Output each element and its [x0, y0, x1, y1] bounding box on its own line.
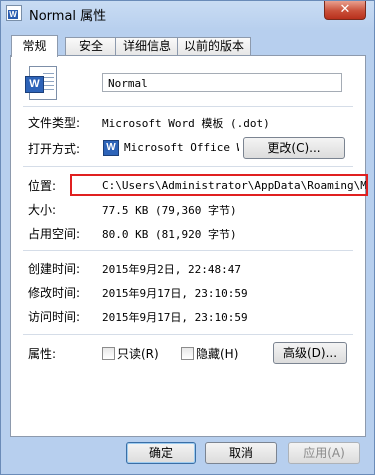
advanced-button[interactable]: 高级(D)...: [273, 342, 347, 364]
filename-input[interactable]: Normal: [102, 73, 342, 92]
modified-label: 修改时间:: [28, 286, 81, 300]
location-value[interactable]: C:\Users\Administrator\AppData\Roaming\M…: [102, 179, 366, 192]
size-value: 77.5 KB (79,360 字节): [102, 204, 237, 217]
divider: [23, 250, 353, 251]
properties-window: W Normal 属性 ✕ 常规 安全 详细信息 以前的版本 W Normal …: [0, 0, 375, 475]
tab-general[interactable]: 常规: [11, 35, 58, 57]
tab-previous-versions[interactable]: 以前的版本: [177, 37, 251, 55]
accessed-value: 2015年9月17日, 23:10:59: [102, 311, 248, 324]
readonly-label[interactable]: 只读(R): [117, 345, 159, 362]
cancel-button[interactable]: 取消: [205, 442, 277, 464]
word-document-icon: W: [6, 5, 22, 21]
readonly-checkbox[interactable]: [102, 347, 115, 360]
close-button[interactable]: ✕: [324, 1, 366, 20]
general-panel: W Normal 文件类型: Microsoft Word 模板 (.dot) …: [10, 55, 368, 437]
open-with-label: 打开方式:: [28, 142, 81, 156]
window-title: Normal 属性: [29, 9, 107, 24]
word-app-icon: W: [103, 140, 119, 156]
apply-button[interactable]: 应用(A): [288, 442, 360, 464]
location-highlight: C:\Users\Administrator\AppData\Roaming\M…: [70, 174, 368, 196]
accessed-label: 访问时间:: [28, 310, 81, 324]
size-label: 大小:: [28, 203, 57, 217]
modified-value: 2015年9月17日, 23:10:59: [102, 287, 248, 300]
word-document-icon: W: [25, 66, 57, 100]
ok-button[interactable]: 确定: [126, 442, 196, 464]
hidden-label[interactable]: 隐藏(H): [196, 345, 238, 362]
file-type-value: Microsoft Word 模板 (.dot): [102, 117, 270, 130]
size-on-disk-value: 80.0 KB (81,920 字节): [102, 228, 237, 241]
file-type-label: 文件类型:: [28, 116, 81, 130]
divider: [23, 334, 353, 335]
divider: [23, 166, 353, 167]
tab-security[interactable]: 安全: [65, 37, 117, 55]
open-with-value: Microsoft Office Wc: [124, 141, 239, 154]
hidden-checkbox[interactable]: [181, 347, 194, 360]
change-button[interactable]: 更改(C)...: [243, 137, 345, 159]
tab-details[interactable]: 详细信息: [115, 37, 179, 55]
attributes-label: 属性:: [28, 347, 57, 361]
created-label: 创建时间:: [28, 262, 81, 276]
size-on-disk-label: 占用空间:: [28, 227, 81, 241]
location-label: 位置:: [28, 179, 57, 193]
divider: [23, 106, 353, 107]
created-value: 2015年9月2日, 22:48:47: [102, 263, 241, 276]
